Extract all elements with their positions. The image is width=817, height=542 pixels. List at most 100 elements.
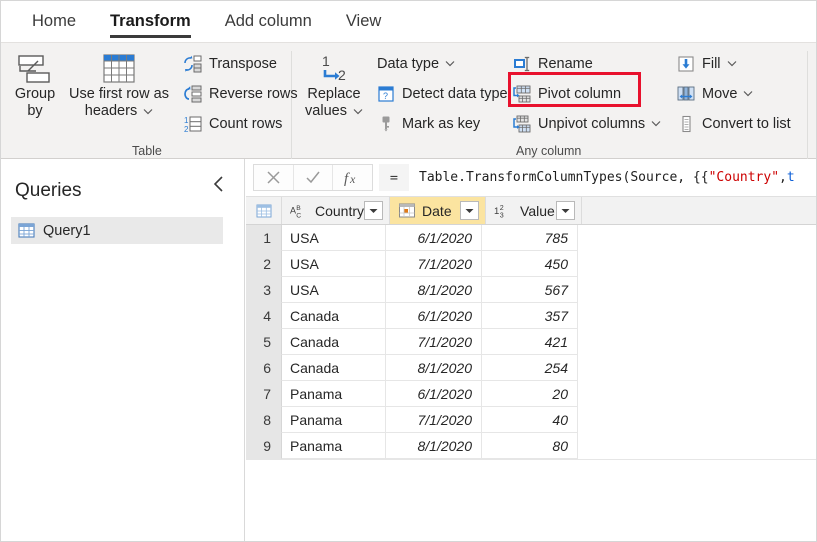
table-row[interactable]: 1 USA 6/1/2020 785: [246, 225, 816, 251]
formula-input[interactable]: Table.TransformColumnTypes(Source, {{"Co…: [409, 164, 816, 191]
table-row[interactable]: 3 USA 8/1/2020 567: [246, 277, 816, 303]
rename-button[interactable]: Rename: [513, 52, 593, 75]
group-by-label-line2: by: [27, 103, 43, 119]
chevron-down-icon[interactable]: [651, 120, 661, 127]
chevron-left-icon[interactable]: [208, 173, 230, 195]
group-by-button[interactable]: Group by: [7, 52, 63, 120]
cell-country[interactable]: Canada: [282, 303, 386, 329]
tab-home[interactable]: Home: [15, 1, 93, 42]
ribbon-body: Table Any column Group by Use first row …: [1, 42, 816, 179]
cell-country[interactable]: Canada: [282, 329, 386, 355]
tab-transform[interactable]: Transform: [93, 1, 208, 42]
formula-text-plain-1: Table.TransformColumnTypes(Source, {{: [419, 170, 709, 185]
close-icon[interactable]: [254, 165, 293, 190]
cell-date[interactable]: 7/1/2020: [386, 251, 482, 277]
fx-icon[interactable]: f x: [333, 165, 372, 190]
convert-to-list-button[interactable]: Convert to list: [677, 112, 791, 135]
fill-button[interactable]: Fill: [677, 52, 737, 75]
replace-values-label-line2: values: [305, 103, 347, 119]
cell-value[interactable]: 80: [482, 433, 578, 459]
cell-date[interactable]: 7/1/2020: [386, 329, 482, 355]
svg-text:1: 1: [322, 53, 330, 69]
replace-values-label-line1: Replace: [307, 86, 361, 102]
cell-date[interactable]: 6/1/2020: [386, 225, 482, 251]
group-by-label-line1: Group: [14, 86, 56, 102]
row-number-cell: 3: [246, 277, 282, 303]
unpivot-columns-icon: [513, 115, 531, 133]
cell-country[interactable]: USA: [282, 225, 386, 251]
tab-add-column[interactable]: Add column: [208, 1, 329, 42]
move-icon: [677, 85, 695, 103]
count-rows-button[interactable]: 1 2 Count rows: [184, 112, 282, 135]
column-filter-date-button[interactable]: [460, 201, 480, 220]
table-row[interactable]: 7 Panama 6/1/2020 20: [246, 381, 816, 407]
select-all-cell[interactable]: [246, 197, 282, 224]
row-number-cell: 1: [246, 225, 282, 251]
chevron-down-icon[interactable]: [353, 108, 363, 115]
column-filter-value-button[interactable]: [556, 201, 576, 220]
grid-empty-area: [246, 459, 816, 541]
cell-value[interactable]: 20: [482, 381, 578, 407]
rename-label: Rename: [538, 55, 593, 72]
svg-text:2: 2: [338, 67, 346, 83]
reverse-rows-button[interactable]: Reverse rows: [184, 82, 298, 105]
cell-value[interactable]: 450: [482, 251, 578, 277]
count-rows-label: Count rows: [209, 115, 283, 132]
use-first-row-as-headers-button[interactable]: Use first row as headers: [61, 52, 177, 120]
table-row[interactable]: 2 USA 7/1/2020 450: [246, 251, 816, 277]
cell-country[interactable]: Panama: [282, 433, 386, 459]
chevron-down-icon[interactable]: [143, 108, 153, 115]
chevron-down-icon[interactable]: [743, 90, 753, 97]
formula-bar: f x = Table.TransformColumnTypes(Source,…: [246, 159, 816, 197]
tab-view[interactable]: View: [329, 1, 398, 42]
cell-country[interactable]: Panama: [282, 381, 386, 407]
data-grid: A B C Country Date 1 2 3 Value 1 USA 6/1…: [246, 197, 816, 541]
detect-data-type-button[interactable]: ? Detect data type: [377, 82, 508, 105]
column-header-date[interactable]: Date: [390, 197, 487, 224]
replace-values-button[interactable]: 1 2 Replace values: [297, 52, 371, 120]
transpose-button[interactable]: Transpose: [184, 52, 277, 75]
table-row[interactable]: 5 Canada 7/1/2020 421: [246, 329, 816, 355]
cell-date[interactable]: 6/1/2020: [386, 381, 482, 407]
rename-icon: [513, 55, 531, 73]
cell-value[interactable]: 254: [482, 355, 578, 381]
table-row[interactable]: 8 Panama 7/1/2020 40: [246, 407, 816, 433]
data-type-button[interactable]: Data type: [377, 52, 455, 75]
cell-value[interactable]: 357: [482, 303, 578, 329]
row-number-cell: 9: [246, 433, 282, 459]
cell-date[interactable]: 7/1/2020: [386, 407, 482, 433]
pivot-column-button[interactable]: Pivot column: [513, 82, 621, 105]
table-row[interactable]: 4 Canada 6/1/2020 357: [246, 303, 816, 329]
table-row[interactable]: 6 Canada 8/1/2020 254: [246, 355, 816, 381]
cell-country[interactable]: USA: [282, 277, 386, 303]
cell-value[interactable]: 40: [482, 407, 578, 433]
mark-as-key-button[interactable]: Mark as key: [377, 112, 480, 135]
unpivot-columns-button[interactable]: Unpivot columns: [513, 112, 661, 135]
cell-value[interactable]: 785: [482, 225, 578, 251]
cell-date[interactable]: 8/1/2020: [386, 277, 482, 303]
cell-value[interactable]: 421: [482, 329, 578, 355]
cell-country[interactable]: USA: [282, 251, 386, 277]
chevron-down-icon[interactable]: [445, 60, 455, 67]
ribbon-tab-bar: Home Transform Add column View: [1, 1, 816, 42]
cell-value[interactable]: 567: [482, 277, 578, 303]
column-header-value[interactable]: 1 2 3 Value: [486, 197, 583, 224]
table-row[interactable]: 9 Panama 8/1/2020 80: [246, 433, 816, 459]
chevron-down-icon[interactable]: [727, 60, 737, 67]
check-icon[interactable]: [294, 165, 333, 190]
cell-country[interactable]: Canada: [282, 355, 386, 381]
cell-date[interactable]: 8/1/2020: [386, 433, 482, 459]
row-number-cell: 8: [246, 407, 282, 433]
column-filter-country-button[interactable]: [364, 201, 384, 220]
column-header-country[interactable]: A B C Country: [282, 197, 391, 224]
use-first-row-as-headers-label-line2: headers: [84, 103, 138, 119]
cell-date[interactable]: 8/1/2020: [386, 355, 482, 381]
query-list-item-query1[interactable]: Query1: [11, 217, 223, 244]
move-label: Move: [702, 85, 738, 102]
detect-data-type-icon: ?: [377, 85, 395, 103]
cell-date[interactable]: 6/1/2020: [386, 303, 482, 329]
convert-to-list-icon: [677, 115, 695, 133]
queries-pane-title: Queries: [15, 180, 82, 201]
move-button[interactable]: Move: [677, 82, 753, 105]
cell-country[interactable]: Panama: [282, 407, 386, 433]
